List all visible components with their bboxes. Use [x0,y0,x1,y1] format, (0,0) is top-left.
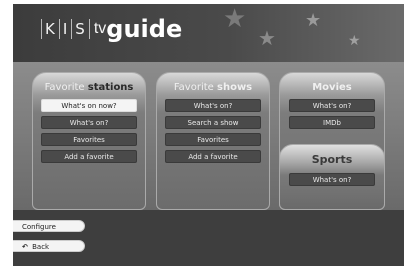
imdb-button[interactable]: IMDb [289,116,375,129]
sports-title: Sports [311,153,353,166]
logo-letter-s: S [72,19,90,39]
movies-whats-on-button[interactable]: What's on? [289,99,375,112]
shows-favorites-button[interactable]: Favorites [165,133,261,146]
favorite-stations-title: Favorite stations [44,82,134,93]
footer-bar: Configure ↶ Back [13,210,404,266]
shows-whats-on-button[interactable]: What's on? [165,99,261,112]
shows-add-favorite-button[interactable]: Add a favorite [165,150,261,163]
logo-tv: tv [93,20,107,37]
stations-add-favorite-button[interactable]: Add a favorite [41,150,137,163]
logo-letter-k: K [41,19,60,39]
tv-guide-window: ★ ★ ★ ★ K I S tv guide Favorite stations… [13,4,404,266]
back-button[interactable]: ↶ Back [13,240,85,252]
stations-whats-on-button[interactable]: What's on? [41,116,137,129]
favorite-shows-panel: Favorite shows What's on? Search a show … [156,72,270,210]
main-content: Favorite stations What's on now? What's … [13,62,404,210]
configure-label: Configure [22,223,56,231]
movies-title: Movies [312,82,352,93]
configure-button[interactable]: Configure [13,220,85,232]
favorite-shows-title: Favorite shows [173,82,253,93]
search-show-button[interactable]: Search a show [165,116,261,129]
stations-favorites-button[interactable]: Favorites [41,133,137,146]
kiss-tvguide-logo: K I S tv guide [41,17,182,41]
star-decoration-icon: ★ [305,10,322,31]
logo-letter-i: I [60,19,73,39]
back-label: Back [32,243,50,251]
star-decoration-icon: ★ [258,26,276,50]
star-decoration-icon: ★ [348,33,361,49]
sports-whats-on-button[interactable]: What's on? [289,173,375,186]
back-arrow-icon: ↶ [22,243,28,251]
whats-on-now-button[interactable]: What's on now? [41,99,137,112]
logo-guide: guide [106,15,183,43]
sports-panel: Sports What's on? [279,144,385,210]
favorite-stations-panel: Favorite stations What's on now? What's … [32,72,146,210]
header-banner: ★ ★ ★ ★ K I S tv guide [13,4,404,62]
star-decoration-icon: ★ [223,4,247,34]
